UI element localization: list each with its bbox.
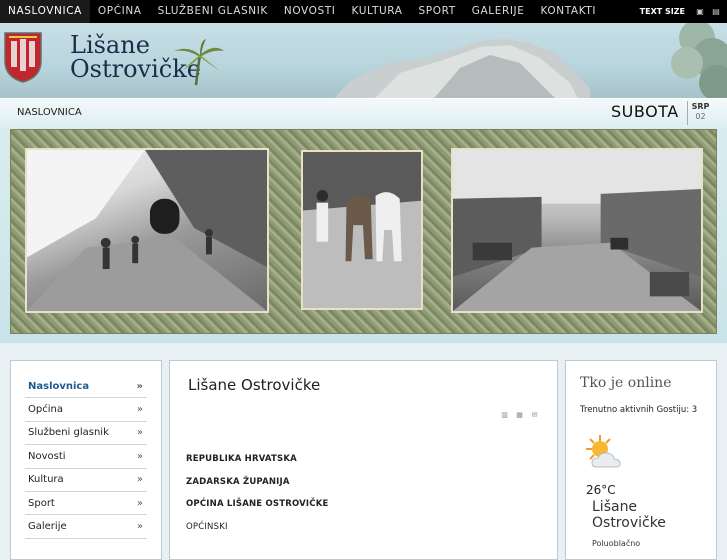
date-box: SRP 02 [687, 101, 713, 125]
chevron-right-icon: » [136, 474, 143, 486]
nav-item-kultura[interactable]: KULTURA [344, 0, 411, 23]
weather-location-line-2: Ostrovičke [592, 515, 666, 531]
print-icon[interactable]: ▦ [515, 411, 524, 420]
breadcrumb-bar: NASLOVNICA SUBOTA SRP 02 [0, 99, 727, 127]
left-menu-box: Naslovnica » Općina » Službeni glasnik » No… [10, 360, 162, 560]
rock-mountain-image [334, 39, 590, 98]
right-sidebar-box: Tko je online Trenutno aktivnih Gostiju:… [565, 360, 717, 560]
menu-item-label: Sport [28, 497, 55, 509]
menu-item-label: Naslovnica [28, 380, 90, 392]
article-line: OPĆINA LIŠANE OSTROVIČKE [186, 499, 329, 509]
nav-item-galerije[interactable]: GALERIJE [464, 0, 533, 23]
online-guests-text: Trenutno aktivnih Gostiju: 3 [580, 405, 698, 415]
menu-item-opcina[interactable]: Općina » [25, 398, 147, 422]
photo-road-workers [25, 148, 269, 313]
text-size-increase-icon[interactable]: ▤ [711, 7, 721, 17]
who-is-online-title: Tko je online [580, 375, 672, 391]
menu-item-label: Općina [28, 404, 63, 416]
chevron-right-icon: » [136, 450, 143, 462]
text-size-reset-icon[interactable]: ▣ [695, 7, 705, 17]
chevron-right-icon: » [136, 497, 143, 509]
chevron-right-icon: » [136, 427, 143, 439]
weather-condition: Poluoblačno [592, 539, 641, 548]
menu-item-label: Službeni glasnik [28, 427, 109, 439]
nav-item-naslovnica[interactable]: NASLOVNICA [0, 0, 90, 23]
coat-of-arms-icon [4, 32, 42, 83]
chevron-right-icon: » [136, 380, 143, 392]
chevron-right-icon: » [136, 404, 143, 416]
side-menu: Naslovnica » Općina » Službeni glasnik » No… [25, 375, 147, 539]
menu-item-sport[interactable]: Sport » [25, 492, 147, 516]
photo-village-street [451, 148, 703, 313]
palm-tree-icon [174, 39, 224, 86]
article-tools: ▥ ▦ ✉ [500, 411, 539, 420]
partly-cloudy-weather-icon [586, 435, 621, 468]
article-body: REPUBLIKA HRVATSKA ZADARSKA ŽUPANIJA OPĆ… [186, 454, 329, 544]
photo-horses [301, 150, 423, 310]
nav-item-opcina[interactable]: OPĆINA [90, 0, 150, 23]
nav-item-sport[interactable]: SPORT [411, 0, 464, 23]
article-title: Lišane Ostrovičke [188, 376, 321, 394]
breadcrumb[interactable]: NASLOVNICA [17, 107, 82, 118]
menu-item-label: Novosti [28, 450, 66, 462]
day-name: SUBOTA [611, 102, 679, 121]
menu-item-galerije[interactable]: Galerije » [25, 515, 147, 539]
chevron-right-icon: » [136, 521, 143, 533]
menu-item-label: Galerije [28, 521, 67, 533]
tree-image [671, 23, 727, 98]
date-day: 02 [695, 112, 706, 121]
nav-item-kontakti[interactable]: KONTAKTI [533, 0, 605, 23]
weather-location: Lišane Ostrovičke [592, 499, 666, 531]
historical-photos-collage [10, 129, 717, 334]
banner: NASLOVNICA SUBOTA SRP 02 [0, 98, 727, 343]
weather-location-line-1: Lišane [592, 499, 638, 515]
temperature: 26°C [586, 483, 616, 497]
menu-item-sluzbeni-glasnik[interactable]: Službeni glasnik » [25, 422, 147, 446]
article-line: REPUBLIKA HRVATSKA [186, 454, 297, 464]
email-icon[interactable]: ✉ [530, 411, 539, 420]
text-size-label: TEXT SIZE [639, 7, 685, 16]
top-navigation: NASLOVNICA OPĆINA SLUŽBENI GLASNIK NOVOS… [0, 0, 727, 23]
main-content-box: Lišane Ostrovičke ▥ ▦ ✉ REPUBLIKA HRVATS… [169, 360, 558, 560]
menu-item-naslovnica[interactable]: Naslovnica » [25, 375, 147, 399]
article-line: ZADARSKA ŽUPANIJA [186, 476, 290, 487]
date-month: SRP [691, 102, 710, 111]
nav-item-sluzbeni-glasnik[interactable]: SLUŽBENI GLASNIK [150, 0, 276, 23]
site-header: Lišane Ostrovičke [0, 23, 727, 98]
menu-item-kultura[interactable]: Kultura » [25, 469, 147, 492]
nav-item-novosti[interactable]: NOVOSTI [276, 0, 344, 23]
pdf-icon[interactable]: ▥ [500, 411, 509, 420]
menu-item-novosti[interactable]: Novosti » [25, 445, 147, 469]
text-size-tools: TEXT SIZE ▣ ▤ [640, 0, 721, 23]
menu-item-label: Kultura [28, 474, 64, 486]
article-line: OPĆINSKI [186, 521, 228, 532]
